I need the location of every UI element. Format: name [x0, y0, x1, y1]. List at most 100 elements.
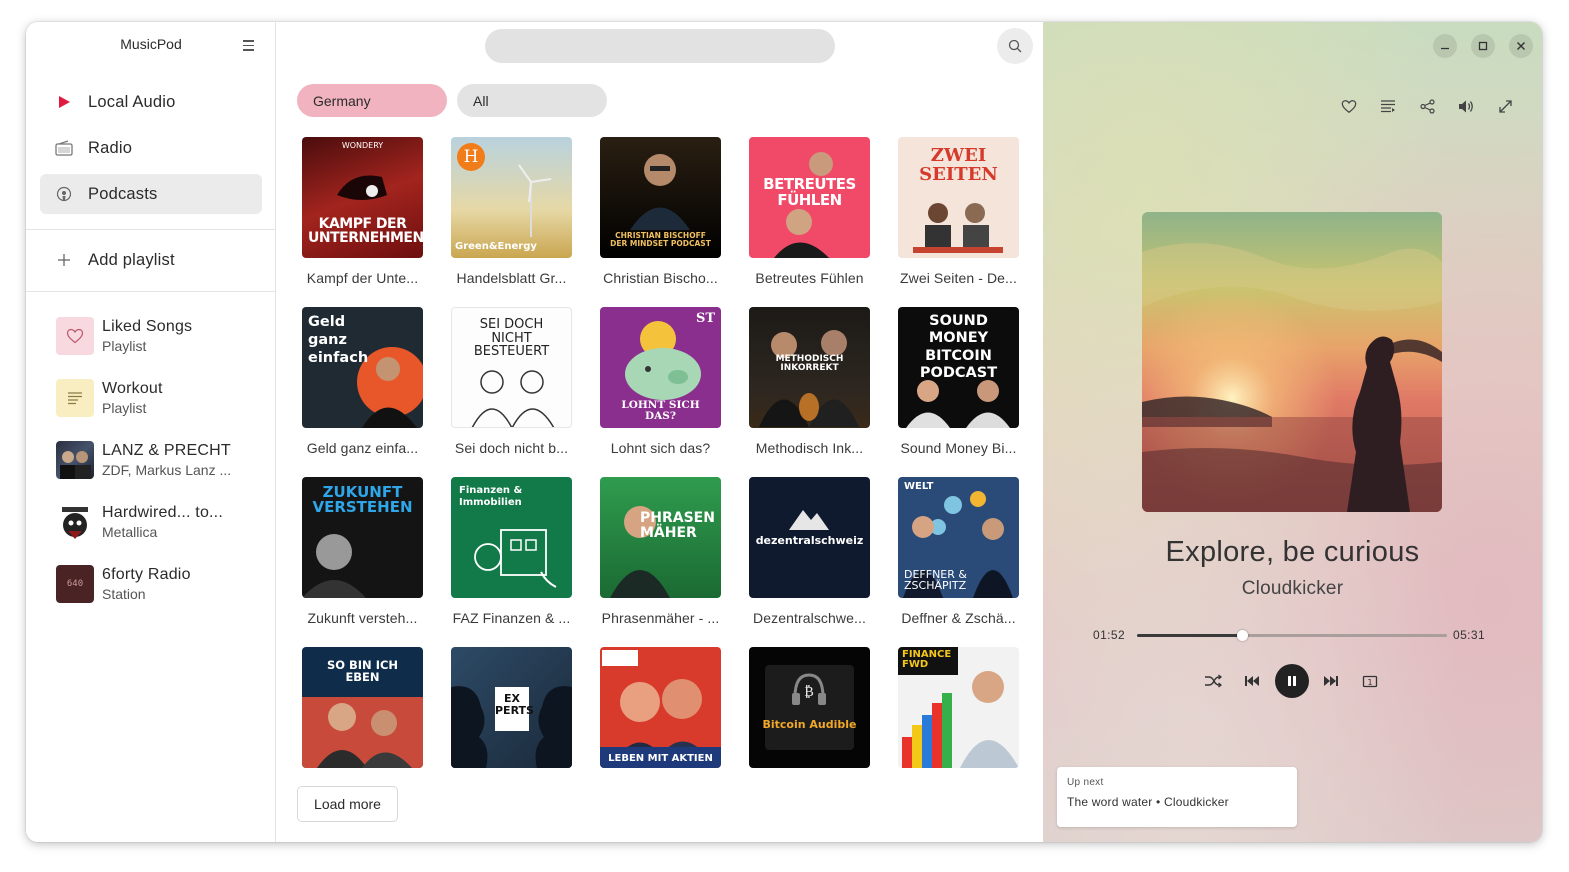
podcast-card[interactable]: BETREUTES FÜHLEN Betreutes Fühlen — [749, 137, 870, 286]
podcast-card[interactable]: WELT DEFFNER & ZSCHÄPITZ Deffner & Zschä… — [898, 477, 1019, 626]
share-button[interactable] — [1415, 94, 1439, 118]
podcast-title: Lohnt sich das? — [610, 440, 711, 456]
podcast-cover: CHRISTIAN BISCHOFF DER MINDSET PODCAST — [600, 137, 721, 258]
queue-button[interactable] — [1376, 94, 1400, 118]
podcast-card[interactable]: WONDERY KAMPF DER UNTERNEHMEN Kampf der … — [302, 137, 423, 286]
podcast-icon — [40, 186, 88, 202]
station-cover: 640 — [56, 565, 94, 603]
podcast-cover: Geld ganz einfach — [302, 307, 423, 428]
close-icon — [1517, 42, 1525, 50]
podcast-card[interactable]: SOUND MONEY BITCOIN PODCAST Sound Money … — [898, 307, 1019, 456]
maximize-button[interactable] — [1471, 34, 1495, 58]
podcast-card[interactable]: LEBEN MIT AKTIEN — [600, 647, 721, 780]
add-playlist-button[interactable]: Add playlist — [40, 240, 262, 280]
podcast-card[interactable]: H Green&Energy Handelsblatt Gr... — [451, 137, 572, 286]
podcast-card[interactable]: ZUKUNFT VERSTEHEN Zukunft versteh... — [302, 477, 423, 626]
sidebar-item-podcasts[interactable]: Podcasts — [40, 174, 262, 214]
previous-button[interactable] — [1239, 668, 1265, 694]
cover-art — [630, 154, 690, 230]
cover-title: ZWEI SEITEN — [919, 145, 998, 185]
podcast-browser: Germany All WONDERY KAMPF DER UNTERNEHME… — [277, 22, 1043, 842]
fullscreen-button[interactable] — [1493, 94, 1517, 118]
cover-art — [302, 697, 423, 768]
total-time: 05:31 — [1453, 628, 1486, 642]
podcast-card[interactable]: Geld ganz einfach Geld ganz einfa... — [302, 307, 423, 456]
cover-title: ZUKUNFT VERSTEHEN — [312, 483, 413, 516]
podcast-title: Sei doch nicht b... — [454, 440, 569, 456]
up-next-track: The word water • Cloudkicker — [1067, 795, 1229, 809]
podcast-cover: WELT DEFFNER & ZSCHÄPITZ — [898, 477, 1019, 598]
search-button[interactable] — [997, 28, 1033, 64]
playlist-item-6forty-radio[interactable]: 640 6forty Radio Station — [56, 559, 262, 609]
album-cover — [56, 503, 94, 541]
playlist-item-workout[interactable]: Workout Playlist — [56, 373, 262, 423]
shuffle-button[interactable] — [1200, 668, 1226, 694]
repeat-button[interactable]: 1 — [1357, 668, 1383, 694]
podcast-card[interactable]: METHODISCH INKORREKT Methodisch Ink... — [749, 307, 870, 456]
podcast-card[interactable]: SO BIN ICH EBEN — [302, 647, 423, 780]
podcast-card[interactable]: ZWEI SEITEN Zwei Seiten - De... — [898, 137, 1019, 286]
podcast-card[interactable]: Finanzen & Immobilien FAZ Finanzen & ... — [451, 477, 572, 626]
up-next-heading: Up next — [1067, 777, 1104, 788]
menu-icon[interactable] — [238, 36, 258, 54]
search-input[interactable] — [485, 29, 835, 63]
close-button[interactable] — [1509, 34, 1533, 58]
svg-text:1: 1 — [1367, 678, 1372, 687]
minimize-button[interactable] — [1433, 34, 1457, 58]
plus-icon — [40, 253, 88, 267]
sidebar-item-radio[interactable]: Radio — [40, 128, 262, 168]
volume-button[interactable] — [1454, 94, 1478, 118]
playlist-item-liked-songs[interactable]: Liked Songs Playlist — [56, 311, 262, 361]
podcast-cover: H Green&Energy — [451, 137, 572, 258]
sidebar-item-label: Local Audio — [88, 92, 176, 111]
chip-label: All — [473, 92, 489, 109]
podcast-title: Kampf der Unte... — [306, 270, 419, 286]
like-button[interactable] — [1337, 94, 1361, 118]
cover-title: LOHNT SICH DAS? — [621, 398, 700, 422]
podcast-card[interactable]: EX PERTS — [451, 647, 572, 780]
cover-art — [610, 506, 670, 598]
up-next-card[interactable]: Up next The word water • Cloudkicker — [1057, 767, 1297, 827]
chip-country[interactable]: Germany — [297, 84, 447, 117]
track-artist[interactable]: Cloudkicker — [1043, 578, 1542, 600]
podcast-title: Betreutes Fühlen — [755, 270, 864, 286]
podcast-cover: dezentralschweiz — [749, 477, 870, 598]
podcast-card[interactable]: ST LOHNT SICH DAS? Lohnt sich das? — [600, 307, 721, 456]
maximize-icon — [1478, 41, 1488, 51]
next-button[interactable] — [1318, 668, 1344, 694]
progress-slider[interactable] — [1137, 630, 1447, 641]
minimize-icon — [1441, 47, 1449, 50]
podcast-cover: SOUND MONEY BITCOIN PODCAST — [898, 307, 1019, 428]
playlist-item-hardwired[interactable]: Hardwired... to... Metallica — [56, 497, 262, 547]
cover-title: METHODISCH INKORREKT — [775, 354, 844, 374]
volume-icon — [1458, 100, 1473, 112]
pause-button[interactable] — [1275, 664, 1309, 698]
cover-title: PHRASEN MÄHER — [640, 510, 715, 541]
podcast-cover: ZUKUNFT VERSTEHEN — [302, 477, 423, 598]
progress-handle[interactable] — [1236, 630, 1248, 641]
list-icon — [56, 379, 94, 417]
podcast-card[interactable]: ₿ Bitcoin Audible — [749, 647, 870, 780]
cover-art — [471, 370, 555, 427]
podcast-card[interactable]: FINANCE FWD — [898, 647, 1019, 780]
pause-icon — [1288, 676, 1296, 686]
playlist-subtitle: Metallica — [102, 524, 158, 540]
chip-language[interactable]: All — [457, 84, 607, 117]
sidebar-item-local-audio[interactable]: Local Audio — [40, 82, 262, 122]
add-playlist-label: Add playlist — [88, 250, 175, 269]
podcast-card[interactable]: CHRISTIAN BISCHOFF DER MINDSET PODCAST C… — [600, 137, 721, 286]
podcast-card[interactable]: dezentralschweiz Dezentralschwe... — [749, 477, 870, 626]
podcast-card[interactable]: PHRASEN MÄHER Phrasenmäher - ... — [600, 477, 721, 626]
playlist-item-lanz-precht[interactable]: LANZ & PRECHT ZDF, Markus Lanz ... — [56, 435, 262, 485]
podcast-cover: BETREUTES FÜHLEN — [749, 137, 870, 258]
cover-title: SOUND MONEY BITCOIN PODCAST — [919, 313, 998, 382]
podcast-cover: EX PERTS — [451, 647, 572, 768]
podcast-cover: ZWEI SEITEN — [898, 137, 1019, 258]
podcast-title: Geld ganz einfa... — [306, 440, 419, 456]
cover-title: dezentralschweiz — [755, 534, 864, 547]
podcast-title: FAZ Finanzen & ... — [452, 610, 571, 626]
cover-art — [474, 529, 557, 588]
cover-title: SO BIN ICH EBEN — [326, 658, 399, 685]
load-more-button[interactable]: Load more — [297, 786, 398, 822]
podcast-card[interactable]: SEI DOCH NICHT BESTEUERT Sei doch nicht … — [451, 307, 572, 456]
